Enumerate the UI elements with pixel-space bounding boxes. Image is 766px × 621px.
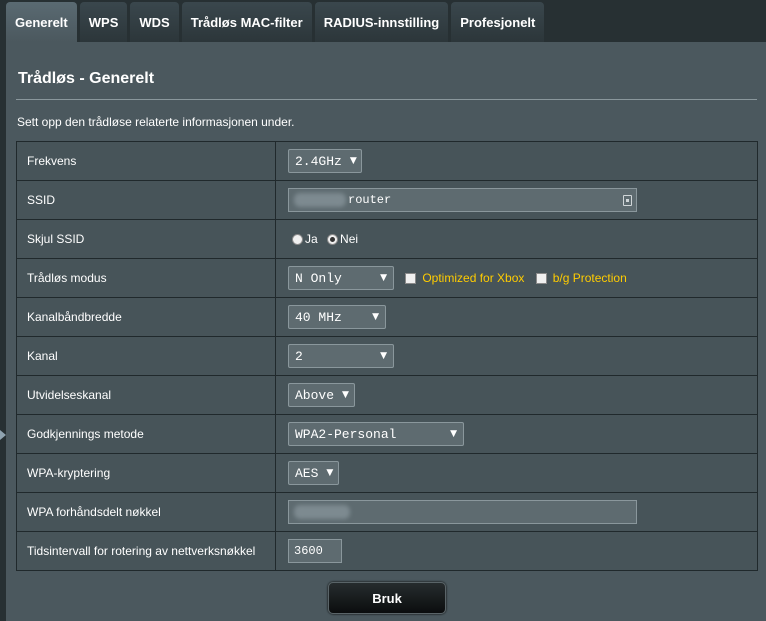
ext-channel-select[interactable]: Above ▼ [288,383,355,407]
hide-ssid-no-radio[interactable] [327,233,339,245]
ssid-value: router [348,193,392,207]
row-channel: Kanal 2 ▼ [16,336,758,376]
auth-method-label: Godkjennings metode [16,414,276,454]
wpa-encryption-label: WPA-kryptering [16,453,276,493]
title-divider [16,99,757,100]
frequency-value: 2.4GHz [295,153,342,169]
row-wpa-encryption: WPA-kryptering AES ▼ [16,453,758,493]
redacted-mask [294,505,350,519]
row-hide-ssid: Skjul SSID Ja Nei [16,219,758,259]
settings-panel: Trådløs - Generelt Sett opp den trådløse… [6,42,766,621]
auth-method-select[interactable]: WPA2-Personal ▼ [288,422,464,446]
row-wpa-key: WPA forhåndsdelt nøkkel [16,492,758,532]
row-auth-method: Godkjennings metode WPA2-Personal ▼ [16,414,758,454]
wpa-encryption-value: AES [295,465,319,481]
bandwidth-select[interactable]: 40 MHz ▼ [288,305,386,329]
wireless-mode-label: Trådløs modus [16,258,276,298]
hide-ssid-yes-label: Ja [305,232,318,247]
ssid-input[interactable]: router [288,188,637,212]
xbox-label: Optimized for Xbox [422,271,525,285]
bandwidth-label: Kanalbåndbredde [16,297,276,337]
key-rotation-input[interactable]: 3600 [288,539,342,563]
wpa-key-input[interactable] [288,500,637,524]
tab-bar: Generelt WPS WDS Trådløs MAC-filter RADI… [6,2,545,42]
key-rotation-value: 3600 [294,544,323,558]
ext-channel-value: Above [295,387,335,403]
tab-general[interactable]: Generelt [6,2,77,42]
row-frequency: Frekvens 2.4GHz ▼ [16,141,758,181]
tab-professional[interactable]: Profesjonelt [451,2,545,42]
key-rotation-label: Tidsintervall for rotering av nettverksn… [16,531,276,571]
page-description: Sett opp den trådløse relaterte informas… [17,115,295,129]
chevron-down-icon: ▼ [326,468,334,478]
ext-channel-label: Utvidelseskanal [16,375,276,415]
xbox-checkbox[interactable] [405,272,417,284]
chevron-down-icon: ▼ [372,312,379,322]
row-ssid: SSID router [16,180,758,220]
tab-radius[interactable]: RADIUS-innstilling [314,2,449,42]
wireless-mode-select[interactable]: N Only ▼ [288,266,394,290]
page-title: Trådløs - Generelt [18,70,155,87]
chevron-down-icon: ▼ [380,273,387,283]
row-ext-channel: Utvidelseskanal Above ▼ [16,375,758,415]
hide-ssid-yes-radio[interactable] [292,233,303,245]
row-key-rotation: Tidsintervall for rotering av nettverksn… [16,531,758,571]
bg-protection-label: b/g Protection [552,271,627,285]
bg-protection-checkbox[interactable] [535,272,547,284]
row-bandwidth: Kanalbåndbredde 40 MHz ▼ [16,297,758,337]
wireless-settings-table: Frekvens 2.4GHz ▼ SSID router Skjul SSID [16,141,758,571]
redacted-mask [294,193,346,207]
auth-method-value: WPA2-Personal [295,426,397,442]
hide-ssid-no-label: Nei [340,232,359,247]
tab-wds[interactable]: WDS [130,2,179,42]
frequency-label: Frekvens [16,141,276,181]
frequency-select[interactable]: 2.4GHz ▼ [288,149,362,173]
ssid-label: SSID [16,180,276,220]
tab-wps[interactable]: WPS [79,2,128,42]
chevron-down-icon: ▼ [380,351,387,361]
channel-value: 2 [295,348,303,364]
chevron-down-icon: ▼ [450,429,457,439]
chevron-down-icon: ▼ [349,156,357,166]
channel-select[interactable]: 2 ▼ [288,344,394,368]
chevron-down-icon: ▼ [342,390,349,400]
hide-ssid-label: Skjul SSID [16,219,276,259]
apply-button[interactable]: Bruk [328,582,446,614]
keychain-icon[interactable] [623,195,632,206]
wpa-key-label: WPA forhåndsdelt nøkkel [16,492,276,532]
bandwidth-value: 40 MHz [295,309,342,325]
wireless-mode-value: N Only [295,270,342,286]
row-wireless-mode: Trådløs modus N Only ▼ Optimized for Xbo… [16,258,758,298]
wpa-encryption-select[interactable]: AES ▼ [288,461,339,485]
tab-mac-filter[interactable]: Trådløs MAC-filter [181,2,312,42]
channel-label: Kanal [16,336,276,376]
